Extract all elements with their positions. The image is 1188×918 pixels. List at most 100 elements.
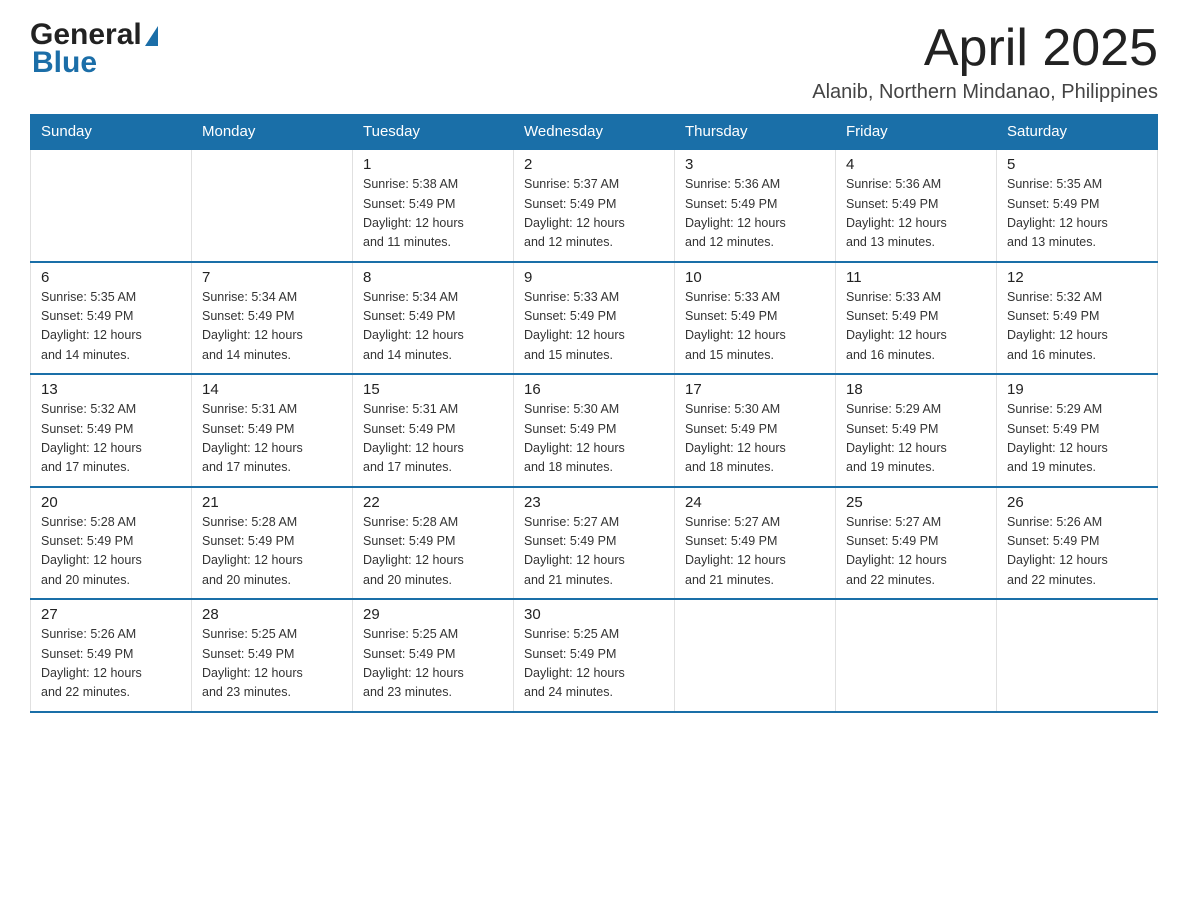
calendar-cell	[836, 599, 997, 712]
calendar-cell: 21 Sunrise: 5:28 AM Sunset: 5:49 PM Dayli…	[192, 487, 353, 600]
calendar-cell: 9Sunrise: 5:33 AM Sunset: 5:49 PM Daylig…	[514, 262, 675, 375]
calendar-cell: 29Sunrise: 5:25 AM Sunset: 5:49 PM Dayli…	[353, 599, 514, 712]
day-info: Sunrise: 5:37 AM Sunset: 5:49 PM Dayligh…	[524, 175, 664, 253]
day-info: Sunrise: 5:35 AM Sunset: 5:49 PM Dayligh…	[41, 288, 181, 366]
day-info: Sunrise: 5:38 AM Sunset: 5:49 PM Dayligh…	[363, 175, 503, 253]
calendar-cell: 1 Sunrise: 5:38 AM Sunset: 5:49 PM Daylig…	[353, 149, 514, 262]
title-area: April 2025 Alanib, Northern Mindanao, Ph…	[812, 20, 1158, 104]
calendar-cell	[31, 149, 192, 262]
calendar-cell: 11Sunrise: 5:33 AM Sunset: 5:49 PM Dayli…	[836, 262, 997, 375]
day-info: Sunrise: 5:29 AM Sunset: 5:49 PM Dayligh…	[846, 400, 986, 478]
calendar-week-4: 20Sunrise: 5:28 AM Sunset: 5:49 PM Dayli…	[31, 487, 1158, 600]
day-info: Sunrise: 5:34 AM Sunset: 5:49 PM Dayligh…	[202, 288, 342, 366]
day-number: 6	[41, 269, 181, 286]
calendar-header-tuesday: Tuesday	[353, 115, 514, 150]
calendar-cell: 25Sunrise: 5:27 AM Sunset: 5:49 PM Dayli…	[836, 487, 997, 600]
day-number: 25	[846, 494, 986, 511]
day-number: 22	[363, 494, 503, 511]
calendar-cell: 30 Sunrise: 5:25 AM Sunset: 5:49 PM Dayli…	[514, 599, 675, 712]
calendar-cell: 8 Sunrise: 5:34 AM Sunset: 5:49 PM Daylig…	[353, 262, 514, 375]
calendar-cell: 20Sunrise: 5:28 AM Sunset: 5:49 PM Dayli…	[31, 487, 192, 600]
day-info: Sunrise: 5:30 AM Sunset: 5:49 PM Dayligh…	[685, 400, 825, 478]
calendar-week-1: 1 Sunrise: 5:38 AM Sunset: 5:49 PM Daylig…	[31, 149, 1158, 262]
day-info: Sunrise: 5:36 AM Sunset: 5:49 PM Dayligh…	[846, 175, 986, 253]
day-number: 4	[846, 156, 986, 173]
day-info: Sunrise: 5:33 AM Sunset: 5:49 PM Dayligh…	[685, 288, 825, 366]
day-info: Sunrise: 5:28 AM Sunset: 5:49 PM Dayligh…	[363, 513, 503, 591]
calendar-cell: 23 Sunrise: 5:27 AM Sunset: 5:49 PM Dayli…	[514, 487, 675, 600]
month-title: April 2025	[812, 20, 1158, 77]
calendar-cell: 14 Sunrise: 5:31 AM Sunset: 5:49 PM Dayli…	[192, 374, 353, 487]
day-number: 12	[1007, 269, 1147, 286]
calendar-cell: 19 Sunrise: 5:29 AM Sunset: 5:49 PM Dayli…	[997, 374, 1158, 487]
day-number: 1	[363, 156, 503, 173]
day-info: Sunrise: 5:36 AM Sunset: 5:49 PM Dayligh…	[685, 175, 825, 253]
calendar-table: SundayMondayTuesdayWednesdayThursdayFrid…	[30, 114, 1158, 713]
calendar-cell: 26 Sunrise: 5:26 AM Sunset: 5:49 PM Dayli…	[997, 487, 1158, 600]
day-number: 27	[41, 606, 181, 623]
calendar-cell	[997, 599, 1158, 712]
calendar-cell: 3 Sunrise: 5:36 AM Sunset: 5:49 PM Daylig…	[675, 149, 836, 262]
calendar-header-friday: Friday	[836, 115, 997, 150]
day-number: 24	[685, 494, 825, 511]
day-info: Sunrise: 5:25 AM Sunset: 5:49 PM Dayligh…	[202, 625, 342, 703]
day-number: 7	[202, 269, 342, 286]
day-info: Sunrise: 5:28 AM Sunset: 5:49 PM Dayligh…	[202, 513, 342, 591]
calendar-cell	[192, 149, 353, 262]
calendar-week-2: 6 Sunrise: 5:35 AM Sunset: 5:49 PM Daylig…	[31, 262, 1158, 375]
location-title: Alanib, Northern Mindanao, Philippines	[812, 81, 1158, 104]
calendar-cell: 7 Sunrise: 5:34 AM Sunset: 5:49 PM Daylig…	[192, 262, 353, 375]
day-number: 29	[363, 606, 503, 623]
day-info: Sunrise: 5:26 AM Sunset: 5:49 PM Dayligh…	[1007, 513, 1147, 591]
day-info: Sunrise: 5:29 AM Sunset: 5:49 PM Dayligh…	[1007, 400, 1147, 478]
day-info: Sunrise: 5:31 AM Sunset: 5:49 PM Dayligh…	[363, 400, 503, 478]
day-info: Sunrise: 5:27 AM Sunset: 5:49 PM Dayligh…	[524, 513, 664, 591]
day-info: Sunrise: 5:35 AM Sunset: 5:49 PM Dayligh…	[1007, 175, 1147, 253]
day-number: 21	[202, 494, 342, 511]
day-number: 26	[1007, 494, 1147, 511]
calendar-cell: 6 Sunrise: 5:35 AM Sunset: 5:49 PM Daylig…	[31, 262, 192, 375]
day-number: 16	[524, 381, 664, 398]
day-number: 14	[202, 381, 342, 398]
calendar-cell: 10 Sunrise: 5:33 AM Sunset: 5:49 PM Dayli…	[675, 262, 836, 375]
day-number: 30	[524, 606, 664, 623]
calendar-cell: 22 Sunrise: 5:28 AM Sunset: 5:49 PM Dayli…	[353, 487, 514, 600]
calendar-cell: 17 Sunrise: 5:30 AM Sunset: 5:49 PM Dayli…	[675, 374, 836, 487]
calendar-header-sunday: Sunday	[31, 115, 192, 150]
day-info: Sunrise: 5:32 AM Sunset: 5:49 PM Dayligh…	[1007, 288, 1147, 366]
calendar-cell: 12 Sunrise: 5:32 AM Sunset: 5:49 PM Dayli…	[997, 262, 1158, 375]
calendar-cell: 2Sunrise: 5:37 AM Sunset: 5:49 PM Daylig…	[514, 149, 675, 262]
calendar-cell: 27 Sunrise: 5:26 AM Sunset: 5:49 PM Dayli…	[31, 599, 192, 712]
calendar-header-saturday: Saturday	[997, 115, 1158, 150]
calendar-header-thursday: Thursday	[675, 115, 836, 150]
calendar-cell: 4 Sunrise: 5:36 AM Sunset: 5:49 PM Daylig…	[836, 149, 997, 262]
day-info: Sunrise: 5:33 AM Sunset: 5:49 PM Dayligh…	[846, 288, 986, 366]
day-number: 17	[685, 381, 825, 398]
day-info: Sunrise: 5:26 AM Sunset: 5:49 PM Dayligh…	[41, 625, 181, 703]
calendar-cell: 18 Sunrise: 5:29 AM Sunset: 5:49 PM Dayli…	[836, 374, 997, 487]
day-info: Sunrise: 5:34 AM Sunset: 5:49 PM Dayligh…	[363, 288, 503, 366]
day-number: 13	[41, 381, 181, 398]
calendar-cell: 16Sunrise: 5:30 AM Sunset: 5:49 PM Dayli…	[514, 374, 675, 487]
day-number: 9	[524, 269, 664, 286]
calendar-cell: 13Sunrise: 5:32 AM Sunset: 5:49 PM Dayli…	[31, 374, 192, 487]
calendar-week-5: 27 Sunrise: 5:26 AM Sunset: 5:49 PM Dayli…	[31, 599, 1158, 712]
logo-arrow-icon	[145, 26, 158, 46]
calendar-cell: 5Sunrise: 5:35 AM Sunset: 5:49 PM Daylig…	[997, 149, 1158, 262]
day-number: 19	[1007, 381, 1147, 398]
day-number: 23	[524, 494, 664, 511]
day-number: 18	[846, 381, 986, 398]
day-info: Sunrise: 5:31 AM Sunset: 5:49 PM Dayligh…	[202, 400, 342, 478]
day-info: Sunrise: 5:27 AM Sunset: 5:49 PM Dayligh…	[685, 513, 825, 591]
day-number: 10	[685, 269, 825, 286]
logo: General Blue	[30, 20, 158, 78]
calendar-header-wednesday: Wednesday	[514, 115, 675, 150]
day-number: 8	[363, 269, 503, 286]
day-number: 28	[202, 606, 342, 623]
calendar-cell: 15Sunrise: 5:31 AM Sunset: 5:49 PM Dayli…	[353, 374, 514, 487]
day-info: Sunrise: 5:25 AM Sunset: 5:49 PM Dayligh…	[524, 625, 664, 703]
day-number: 3	[685, 156, 825, 173]
calendar-cell	[675, 599, 836, 712]
calendar-cell: 28 Sunrise: 5:25 AM Sunset: 5:49 PM Dayli…	[192, 599, 353, 712]
logo-blue-text: Blue	[32, 48, 97, 78]
